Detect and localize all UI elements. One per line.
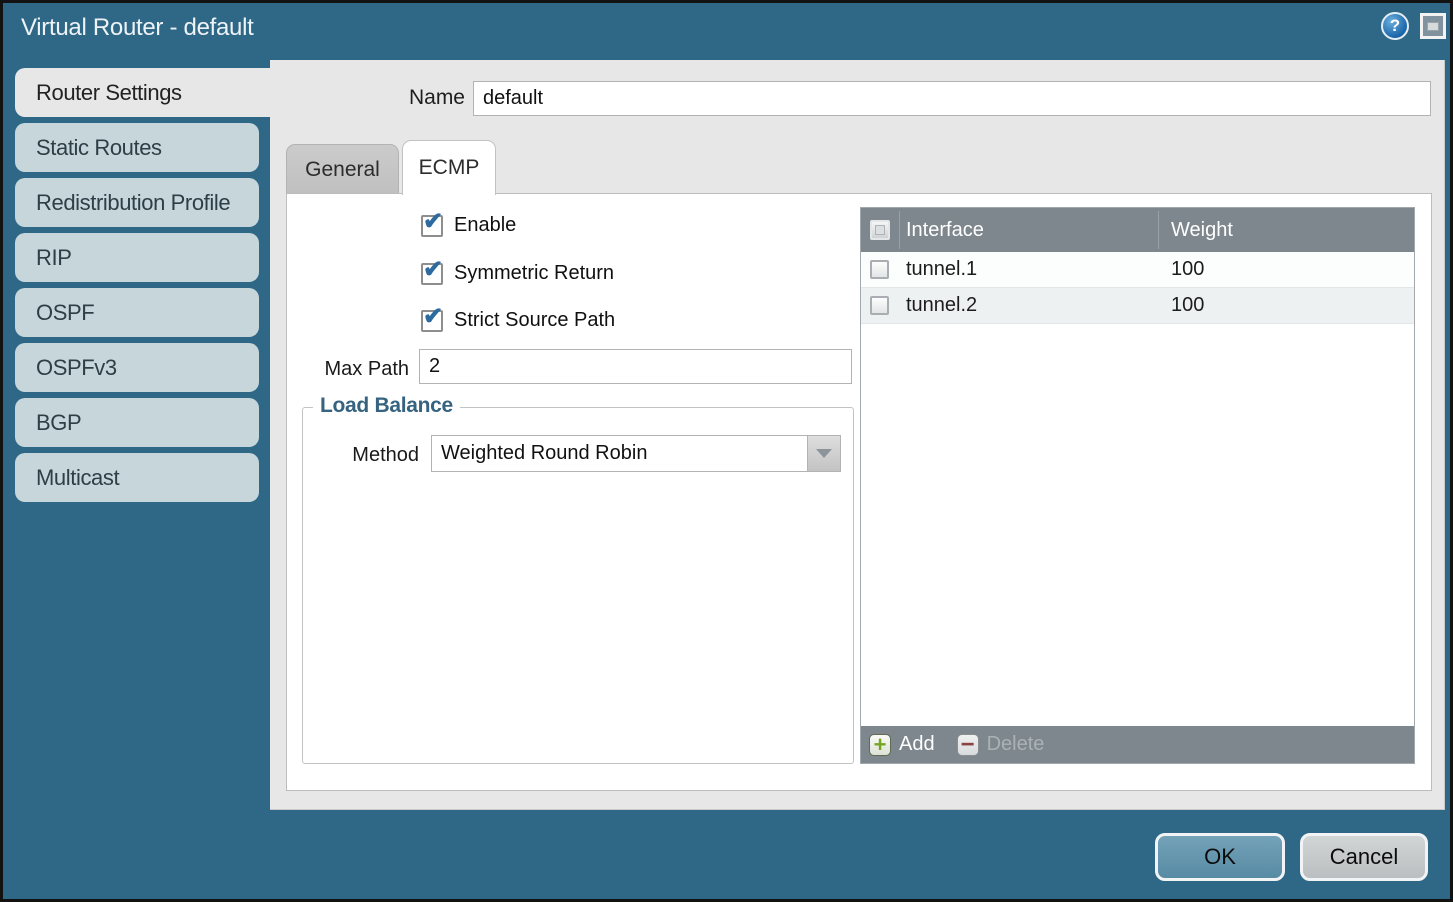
chevron-down-icon[interactable] xyxy=(807,436,840,471)
strict-source-path-label: Strict Source Path xyxy=(454,309,615,332)
weight-cell: 100 xyxy=(1171,294,1204,317)
sidebar-item-redistribution-profile[interactable]: Redistribution Profile xyxy=(15,178,259,227)
checkmark-icon: ✔ xyxy=(423,258,443,282)
tab-general[interactable]: General xyxy=(286,144,399,194)
enable-label: Enable xyxy=(454,214,516,237)
ecmp-interface-table: Interface Weight tunnel.1 100 tunnel.2 1… xyxy=(860,207,1415,764)
interface-column-header: Interface xyxy=(906,219,984,242)
delete-button[interactable]: − Delete xyxy=(957,733,1067,756)
strict-source-path-checkbox-row: ✔ Strict Source Path xyxy=(421,309,615,332)
table-row[interactable]: tunnel.2 100 xyxy=(861,288,1414,324)
max-path-label: Max Path xyxy=(287,358,409,381)
symmetric-return-label: Symmetric Return xyxy=(454,262,614,285)
method-label: Method xyxy=(303,444,419,467)
interface-cell: tunnel.1 xyxy=(906,258,977,281)
symmetric-return-checkbox-row: ✔ Symmetric Return xyxy=(421,262,614,285)
method-select[interactable]: Weighted Round Robin xyxy=(431,435,841,472)
add-button[interactable]: + Add xyxy=(869,733,957,756)
cancel-button[interactable]: Cancel xyxy=(1300,833,1428,881)
window-restore-glyph xyxy=(1427,22,1439,31)
sidebar-item-multicast[interactable]: Multicast xyxy=(15,453,259,502)
delete-icon: − xyxy=(957,734,979,756)
row-checkbox[interactable] xyxy=(870,260,889,279)
table-header: Interface Weight xyxy=(861,208,1414,252)
max-path-input[interactable] xyxy=(419,349,852,384)
load-balance-group: Load Balance Method Weighted Round Robin xyxy=(302,407,854,764)
weight-cell: 100 xyxy=(1171,258,1204,281)
checkmark-icon: ✔ xyxy=(423,210,443,234)
sidebar-item-ospf[interactable]: OSPF xyxy=(15,288,259,337)
symmetric-return-checkbox[interactable]: ✔ xyxy=(421,263,443,285)
delete-button-label: Delete xyxy=(987,733,1045,756)
sidebar-item-bgp[interactable]: BGP xyxy=(15,398,259,447)
sidebar-item-router-settings[interactable]: Router Settings xyxy=(15,68,270,117)
add-icon: + xyxy=(869,734,891,756)
name-input[interactable] xyxy=(473,81,1431,116)
table-row[interactable]: tunnel.1 100 xyxy=(861,252,1414,288)
checkmark-icon: ✔ xyxy=(423,305,443,329)
ecmp-tab-content: ✔ Enable ✔ Symmetric Return ✔ Strict Sou… xyxy=(286,193,1432,791)
weight-column-header: Weight xyxy=(1171,219,1233,242)
select-all-checkbox[interactable] xyxy=(870,220,890,240)
sidebar-item-ospfv3[interactable]: OSPFv3 xyxy=(15,343,259,392)
name-label: Name xyxy=(343,86,465,110)
ok-button[interactable]: OK xyxy=(1155,833,1285,881)
tab-ecmp[interactable]: ECMP xyxy=(402,140,496,195)
help-icon[interactable]: ? xyxy=(1381,12,1409,40)
enable-checkbox-row: ✔ Enable xyxy=(421,214,516,237)
virtual-router-dialog: Virtual Router - default ? Router Settin… xyxy=(0,0,1453,902)
sidebar-item-rip[interactable]: RIP xyxy=(15,233,259,282)
interface-cell: tunnel.2 xyxy=(906,294,977,317)
load-balance-legend: Load Balance xyxy=(313,394,460,418)
dialog-title: Virtual Router - default xyxy=(21,14,253,42)
add-button-label: Add xyxy=(899,733,935,756)
row-checkbox[interactable] xyxy=(870,296,889,315)
window-restore-icon[interactable] xyxy=(1420,13,1446,39)
sidebar-item-static-routes[interactable]: Static Routes xyxy=(15,123,259,172)
enable-checkbox[interactable]: ✔ xyxy=(421,215,443,237)
table-footer: + Add − Delete xyxy=(861,726,1414,763)
strict-source-path-checkbox[interactable]: ✔ xyxy=(421,310,443,332)
method-select-value: Weighted Round Robin xyxy=(432,442,807,465)
